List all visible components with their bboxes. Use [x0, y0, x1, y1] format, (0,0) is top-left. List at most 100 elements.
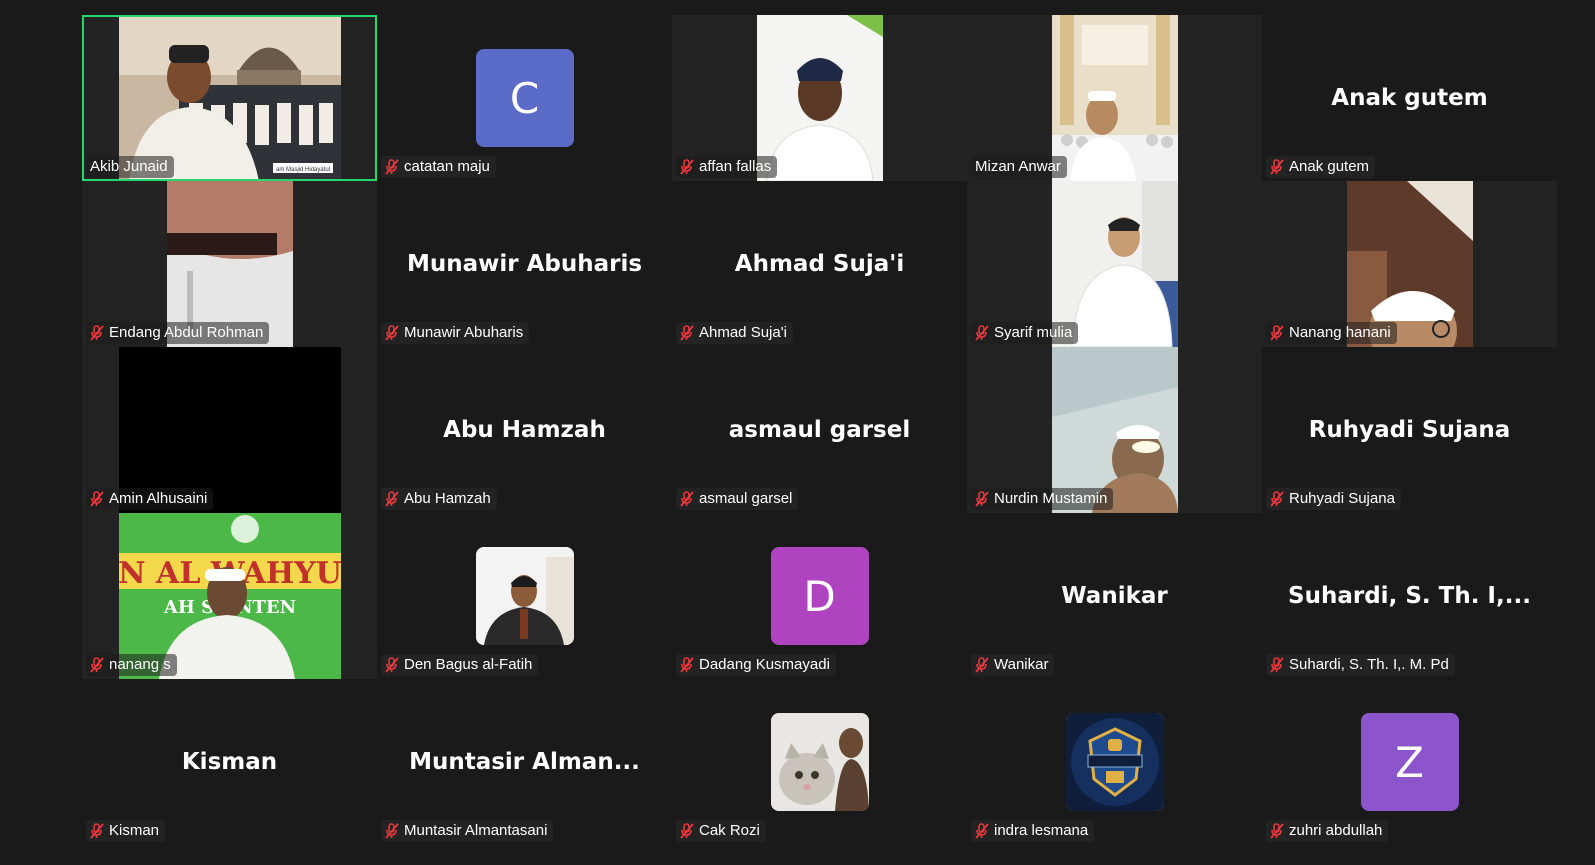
participant-name-label: nanang s [86, 654, 177, 676]
participant-tile-wanikar[interactable]: Wanikar Wanikar [967, 513, 1262, 679]
mic-muted-icon [975, 491, 989, 507]
participant-name-label: Den Bagus al-Fatih [381, 654, 539, 676]
participant-tile-endang-abdul-rohman[interactable]: Endang Abdul Rohman [82, 181, 377, 347]
mic-muted-icon [90, 823, 104, 839]
participant-name: Dadang Kusmayadi [699, 656, 830, 673]
participant-name: Kisman [109, 822, 160, 839]
participant-name-label: Ahmad Suja'i [676, 322, 793, 344]
participant-name: Muntasir Almantasani [404, 822, 548, 839]
participant-name: Cak Rozi [699, 822, 760, 839]
participant-tile-amin-alhusaini[interactable]: Amin Alhusaini [82, 347, 377, 513]
participant-display-name: Ruhyadi Sujana [1308, 417, 1511, 443]
participant-tile-indra-lesmana[interactable]: indra lesmana [967, 679, 1262, 845]
participant-tile-nurdin-mustamin[interactable]: Nurdin Mustamin [967, 347, 1262, 513]
participant-tile-suhardi-s-th-i-m-pd[interactable]: Suhardi, S. Th. I,... Suhardi, S. Th. I,.… [1262, 513, 1557, 679]
participant-name: Suhardi, S. Th. I,. M. Pd [1289, 656, 1449, 673]
participant-name: asmaul garsel [699, 490, 793, 507]
mic-muted-icon [385, 823, 399, 839]
participant-name: Nanang hanani [1289, 324, 1391, 341]
participant-tile-zuhri-abdullah[interactable]: Zzuhri abdullah [1262, 679, 1557, 845]
participant-name: affan fallas [699, 158, 772, 175]
participant-name: Akib Junaid [90, 158, 168, 175]
mic-muted-icon [975, 823, 989, 839]
participant-name-label: Wanikar [971, 654, 1055, 676]
participant-tile-anak-gutem[interactable]: Anak gutem Anak gutem [1262, 15, 1557, 181]
mic-muted-icon [385, 159, 399, 175]
participant-name: Mizan Anwar [975, 158, 1061, 175]
mic-muted-icon [1270, 491, 1284, 507]
participant-tile-mizan-anwar[interactable]: Mizan Anwar [967, 15, 1262, 181]
participant-tile-catatan-maju[interactable]: Ccatatan maju [377, 15, 672, 181]
participant-tile-kisman[interactable]: Kisman Kisman [82, 679, 377, 845]
participant-name: Endang Abdul Rohman [109, 324, 264, 341]
akib-banner-text: am Masjid Hidayatul [275, 167, 329, 173]
participant-name: Munawir Abuharis [404, 324, 524, 341]
mic-muted-icon [90, 491, 104, 507]
participant-tile-munawir-abuharis[interactable]: Munawir Abuharis Munawir Abuharis [377, 181, 672, 347]
participant-name-label: asmaul garsel [676, 488, 799, 510]
participant-display-name: Muntasir Alman... [409, 749, 640, 775]
participant-name: indra lesmana [994, 822, 1089, 839]
participant-name: Amin Alhusaini [109, 490, 208, 507]
participant-tile-ahmad-suja-i[interactable]: Ahmad Suja'i Ahmad Suja'i [672, 181, 967, 347]
participant-avatar: Z [1360, 713, 1459, 811]
participant-display-name: Wanikar [1061, 583, 1168, 609]
participant-tile-affan-fallas[interactable]: affan fallas [672, 15, 967, 181]
participant-name-label: Nurdin Mustamin [971, 488, 1114, 510]
participant-name-label: Munawir Abuharis [381, 322, 530, 344]
mic-muted-icon [680, 325, 694, 341]
mic-muted-icon [90, 657, 104, 673]
participant-tile-nanang-s[interactable]: N AL WAHYU AH SU NTEN nanang s [82, 513, 377, 679]
participant-name-label: Dadang Kusmayadi [676, 654, 836, 676]
mic-muted-icon [680, 823, 694, 839]
mic-muted-icon [385, 657, 399, 673]
participant-name-label: affan fallas [676, 156, 778, 178]
mic-muted-icon [975, 657, 989, 673]
participant-avatar-photo [475, 547, 574, 645]
participant-name-label: zuhri abdullah [1266, 820, 1389, 842]
participant-tile-den-bagus-al-fatih[interactable]: Den Bagus al-Fatih [377, 513, 672, 679]
mic-muted-icon [385, 325, 399, 341]
participant-name-label: Anak gutem [1266, 156, 1376, 178]
participant-display-name: Abu Hamzah [443, 417, 606, 443]
participant-avatar-photo [1065, 713, 1164, 811]
participant-avatar-photo [770, 713, 869, 811]
participant-avatar: C [475, 49, 574, 147]
mic-muted-icon [385, 491, 399, 507]
participant-display-name: Anak gutem [1331, 85, 1488, 111]
participant-display-name: Munawir Abuharis [406, 251, 643, 277]
participant-display-name: asmaul garsel [728, 417, 911, 443]
participant-name: Ruhyadi Sujana [1289, 490, 1395, 507]
participant-name-label: Abu Hamzah [381, 488, 497, 510]
gallery-grid: am Masjid Hidayatul Akib Junaid Ccatatan … [82, 15, 1557, 845]
mic-muted-icon [680, 159, 694, 175]
participant-display-name: Ahmad Suja'i [734, 251, 905, 277]
mic-muted-icon [1270, 823, 1284, 839]
participant-name-label: Syarif mulia [971, 322, 1079, 344]
participant-tile-muntasir-almantasani[interactable]: Muntasir Alman... Muntasir Almantasani [377, 679, 672, 845]
participant-tile-akib-junaid[interactable]: am Masjid Hidayatul Akib Junaid [82, 15, 377, 181]
participant-tile-cak-rozi[interactable]: Cak Rozi [672, 679, 967, 845]
participant-tile-dadang-kusmayadi[interactable]: D Dadang Kusmayadi [672, 513, 967, 679]
participant-tile-nanang-hanani[interactable]: Nanang hanani [1262, 181, 1557, 347]
participant-name-label: Nanang hanani [1266, 322, 1397, 344]
participant-display-name: Kisman [181, 749, 278, 775]
participant-tile-ruhyadi-sujana[interactable]: Ruhyadi Sujana Ruhyadi Sujana [1262, 347, 1557, 513]
participant-display-name: Suhardi, S. Th. I,... [1288, 583, 1531, 609]
participant-name-label: Mizan Anwar [971, 156, 1067, 178]
participant-name: zuhri abdullah [1289, 822, 1383, 839]
participant-tile-abu-hamzah[interactable]: Abu Hamzah Abu Hamzah [377, 347, 672, 513]
participant-name: Ahmad Suja'i [699, 324, 787, 341]
participant-name-label: Kisman [86, 820, 166, 842]
mic-muted-icon [975, 325, 989, 341]
participant-name-label: catatan maju [381, 156, 496, 178]
participant-name-label: Amin Alhusaini [86, 488, 214, 510]
participant-name-label: Akib Junaid [86, 156, 174, 178]
participant-name-label: Endang Abdul Rohman [86, 322, 270, 344]
participant-name: catatan maju [404, 158, 490, 175]
mic-muted-icon [1270, 325, 1284, 341]
mic-muted-icon [90, 325, 104, 341]
participant-name: Nurdin Mustamin [994, 490, 1108, 507]
participant-tile-syarif-mulia[interactable]: Syarif mulia [967, 181, 1262, 347]
participant-tile-asmaul-garsel[interactable]: asmaul garsel asmaul garsel [672, 347, 967, 513]
